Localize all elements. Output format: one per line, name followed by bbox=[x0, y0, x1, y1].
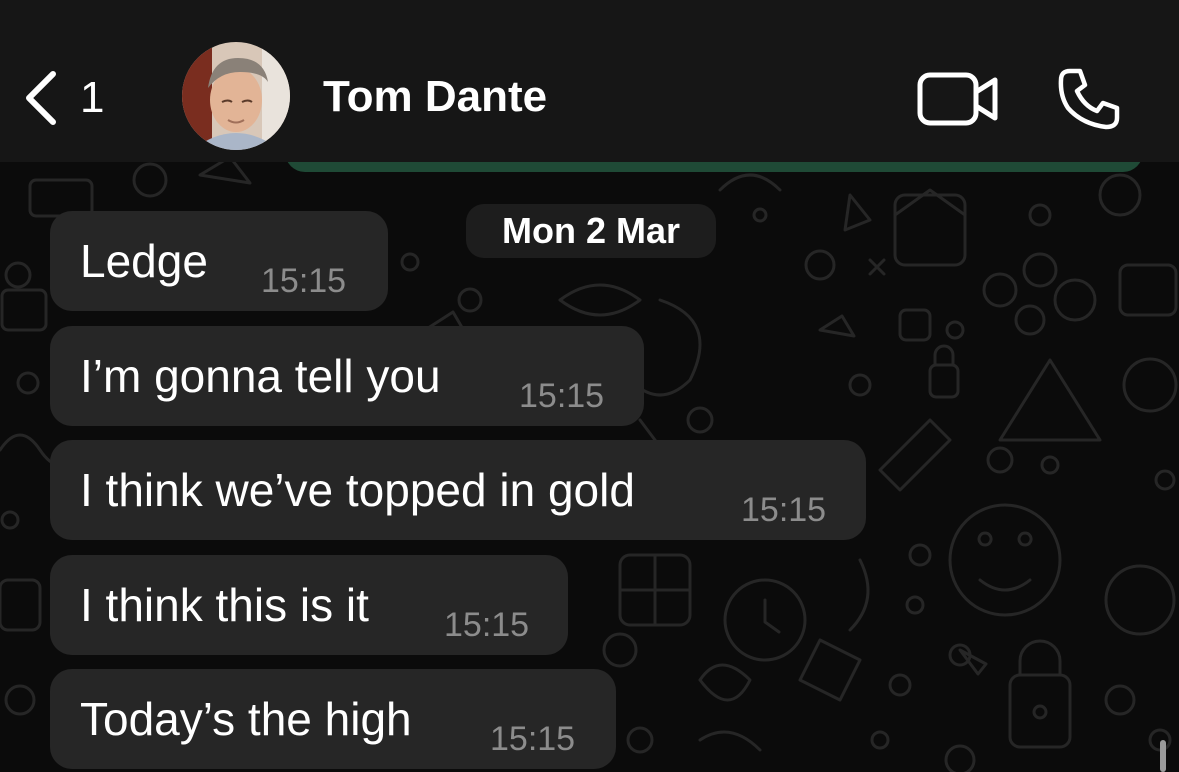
video-call-button[interactable] bbox=[916, 70, 1000, 133]
video-camera-icon bbox=[917, 72, 998, 126]
message-time: 15:15 bbox=[261, 262, 347, 300]
voice-call-button[interactable] bbox=[1056, 66, 1122, 137]
message-text: Ledge bbox=[80, 235, 208, 287]
message-time: 15:15 bbox=[444, 606, 530, 644]
avatar-photo bbox=[182, 42, 290, 150]
incoming-message-bubble[interactable]: I think we’ve topped in gold 15:15 bbox=[50, 440, 866, 540]
message-text: I think we’ve topped in gold bbox=[80, 464, 635, 516]
incoming-message-bubble[interactable]: I think this is it 15:15 bbox=[50, 555, 568, 655]
unread-count: 1 bbox=[80, 73, 105, 122]
scroll-indicator[interactable] bbox=[1160, 740, 1166, 772]
chat-header: 1 Tom Dante bbox=[0, 0, 1179, 162]
contact-avatar[interactable] bbox=[182, 42, 290, 150]
message-text: I think this is it bbox=[80, 579, 369, 631]
contact-name[interactable]: Tom Dante bbox=[323, 70, 547, 124]
message-text: I’m gonna tell you bbox=[80, 350, 441, 402]
back-button[interactable]: 1 bbox=[22, 66, 132, 130]
incoming-message-bubble[interactable]: Today’s the high 15:15 bbox=[50, 669, 616, 769]
incoming-message-bubble[interactable]: Ledge 15:15 bbox=[50, 211, 388, 311]
message-time: 15:15 bbox=[741, 491, 827, 529]
message-time: 15:15 bbox=[490, 720, 576, 758]
date-separator: Mon 2 Mar bbox=[466, 204, 716, 258]
incoming-message-bubble[interactable]: I’m gonna tell you 15:15 bbox=[50, 326, 644, 426]
chevron-left-icon bbox=[26, 71, 56, 125]
message-time: 15:15 bbox=[519, 377, 605, 415]
phone-icon bbox=[1058, 68, 1120, 130]
message-text: Today’s the high bbox=[80, 693, 412, 745]
